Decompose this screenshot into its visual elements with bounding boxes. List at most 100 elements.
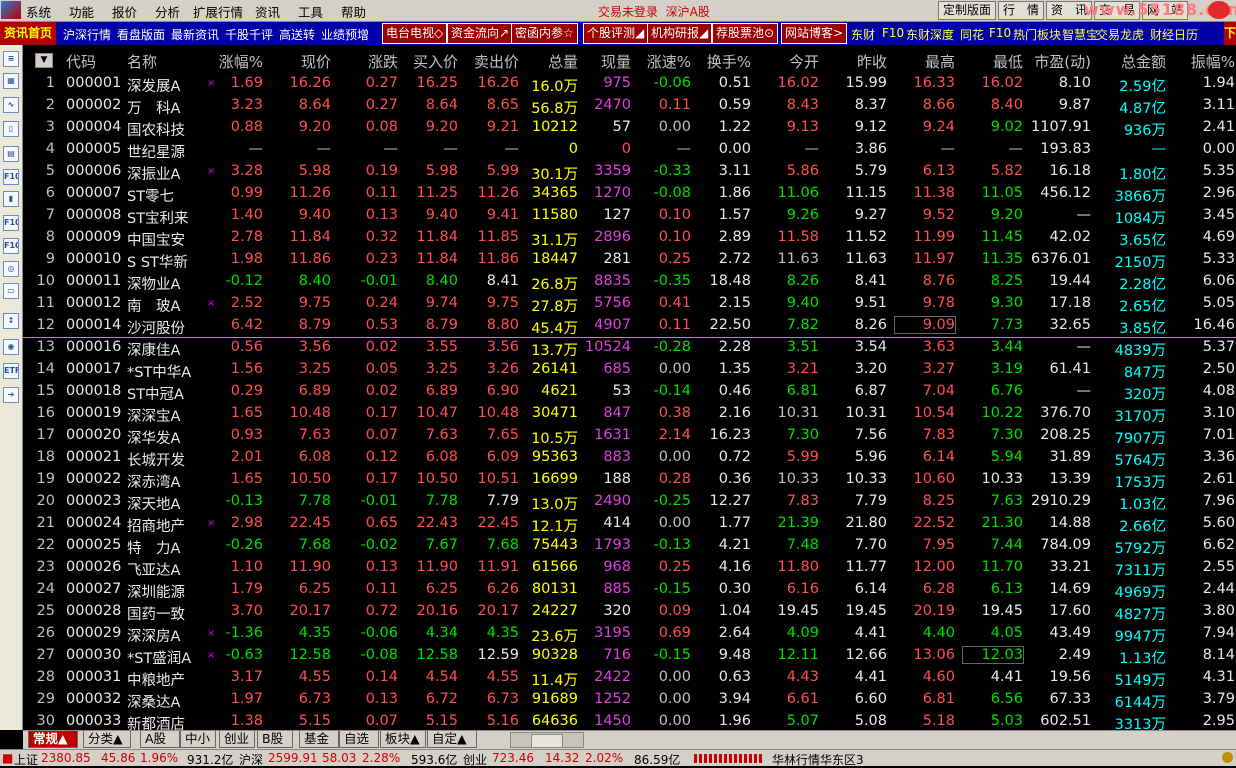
f10-icon[interactable]: F10 (3, 169, 19, 185)
table-row[interactable]: 21 000024 招商地产 2.98 22.45 0.65 22.43 22.45 12.1万… (23, 513, 1236, 535)
table-row[interactable]: 12 000014 沙河股份 6.42 8.79 0.53 8.79 8.80 45.4万 490… (23, 315, 1236, 338)
column-header[interactable]: 涨速% (641, 51, 691, 72)
column-header[interactable]: 涨跌 (341, 51, 398, 72)
table-row[interactable]: 11 000012 南 玻A 2.52 9.75 0.24 9.74 9.75 27.8万 575… (23, 293, 1236, 315)
toolbar-item-5[interactable]: 高送转 (279, 26, 315, 43)
toolbar-item-0[interactable]: 资讯首页 (0, 22, 57, 45)
etf-icon[interactable]: ETF (3, 363, 19, 379)
table-icon[interactable]: ▤ (3, 146, 19, 162)
menu-analysis[interactable]: 分析 (155, 2, 180, 21)
tab-2[interactable]: A股 (140, 731, 180, 748)
table-row[interactable]: 4 000005 世纪星源 — — — — — 0 0 — 0.00 — 3.86 — — 193.83 — 0.0… (23, 139, 1236, 161)
target-icon[interactable]: ◉ (3, 339, 19, 355)
column-header[interactable]: 名称 (127, 51, 157, 72)
table-row[interactable]: 3 000004 国农科技 0.88 9.20 0.08 9.20 9.21 10212 57 0.… (23, 117, 1236, 139)
table-row[interactable]: 7 000008 ST宝利来 1.40 9.40 0.13 9.40 9.41 11580 127… (23, 205, 1236, 227)
grid-icon[interactable]: ▦ (3, 73, 19, 89)
tab-6[interactable]: 基金 (299, 731, 339, 748)
toolbar-item-6[interactable]: 业绩预增 (321, 26, 369, 43)
candle-icon[interactable]: ▯ (3, 121, 19, 137)
toolbar-more-button[interactable]: 下 (1224, 22, 1236, 45)
column-header[interactable]: 最低 (963, 51, 1023, 72)
toolbar-item-12[interactable]: 荐股票池⊙ (712, 23, 779, 44)
table-row[interactable]: 27 000030 *ST盛润A -0.63 12.58 -0.08 12.58 12.59 9… (23, 645, 1236, 667)
table-row[interactable]: 15 000018 ST中冠A 0.29 6.89 0.02 6.89 6.90 4621 53 -… (23, 381, 1236, 403)
toolbar-item-18[interactable]: F10 (989, 26, 1011, 40)
toolbar-item-19[interactable]: 热门板块 (1013, 26, 1061, 43)
table-row[interactable]: 8 000009 中国宝安 2.78 11.84 0.32 11.84 11.85 31.1万 2… (23, 227, 1236, 249)
toolbar-item-9[interactable]: 密函内参☆ (511, 23, 578, 44)
column-header[interactable]: 卖出价 (463, 51, 519, 72)
toolbar-item-4[interactable]: 千股千评 (225, 26, 273, 43)
column-header[interactable]: 今开 (758, 51, 819, 72)
menu-system[interactable]: 系统 (26, 2, 51, 21)
toolbar-item-7[interactable]: 电台电视◇ (382, 23, 448, 44)
search-icon[interactable]: ◎ (3, 261, 19, 277)
quote-button[interactable]: 行 情 (998, 1, 1044, 20)
column-header[interactable]: 最高 (895, 51, 955, 72)
table-row[interactable]: 16 000019 深深宝A 1.65 10.48 0.17 10.47 10.48 30471… (23, 403, 1236, 425)
table-row[interactable]: 29 000032 深桑达A 1.97 6.73 0.13 6.72 6.73 91689 125… (23, 689, 1236, 711)
toolbar-item-10[interactable]: 个股评测◢ (583, 23, 649, 44)
toolbar-item-11[interactable]: 机构研报◢ (647, 23, 713, 44)
table-row[interactable]: 14 000017 *ST中华A 1.56 3.25 0.05 3.25 3.26 26141 6… (23, 359, 1236, 381)
column-header[interactable]: 振幅% (1173, 51, 1235, 72)
toolbar-item-17[interactable]: 同花 (960, 26, 984, 43)
table-row[interactable]: 9 000010 S ST华新 1.98 11.86 0.23 11.84 11.86 1844… (23, 249, 1236, 271)
tab-8[interactable]: 板块▲ (380, 731, 426, 748)
tab-3[interactable]: 中小 (180, 731, 216, 748)
table-row[interactable]: 2 000002 万 科A 3.23 8.64 0.27 8.64 8.65 56.8万 2470… (23, 95, 1236, 117)
table-row[interactable]: 26 000029 深深房A -1.36 4.35 -0.06 4.34 4.35 23.6万 3… (23, 623, 1236, 645)
folder-icon[interactable]: ▭ (3, 283, 19, 299)
table-row[interactable]: 10 000011 深物业A -0.12 8.40 -0.01 8.40 8.41 26.8万 8… (23, 271, 1236, 293)
menu-help[interactable]: 帮助 (341, 2, 366, 21)
tab-4[interactable]: 创业 (219, 731, 255, 748)
table-row[interactable]: 18 000021 长城开发 2.01 6.08 0.12 6.08 6.09 95363 883… (23, 447, 1236, 469)
column-header[interactable]: 涨幅% (203, 51, 263, 72)
arrow-right-icon[interactable]: ➔ (3, 387, 19, 403)
table-row[interactable]: 30 000033 新都酒店 1.38 5.15 0.07 5.15 5.16 64636 145… (23, 711, 1236, 730)
table-row[interactable]: 5 000006 深振业A 3.28 5.98 0.19 5.98 5.99 30.1万 3359… (23, 161, 1236, 183)
list-icon[interactable]: ≡ (3, 51, 19, 67)
custom-layout-button[interactable]: 定制版面 (938, 1, 996, 20)
column-header[interactable]: 现量 (583, 51, 631, 72)
doc-icon[interactable]: ▮ (3, 191, 19, 207)
menu-quote[interactable]: 报价 (112, 2, 137, 21)
tab-5[interactable]: B股 (257, 731, 293, 748)
column-header[interactable]: 买入价 (401, 51, 458, 72)
column-header[interactable]: 代码 (66, 51, 96, 72)
scroll-thumb[interactable] (531, 734, 563, 748)
tab-scrollbar[interactable] (510, 732, 584, 748)
table-row[interactable]: 24 000027 深圳能源 1.79 6.25 0.11 6.25 6.26 80131 885… (23, 579, 1236, 601)
f10b-icon[interactable]: F10 (3, 215, 19, 231)
menu-tools[interactable]: 工具 (298, 2, 323, 21)
toolbar-item-14[interactable]: 东财 (851, 26, 875, 43)
column-header[interactable]: 总金额 (1093, 51, 1166, 72)
table-row[interactable]: 22 000025 特 力A -0.26 7.68 -0.02 7.67 7.68 75443 1… (23, 535, 1236, 557)
menu-function[interactable]: 功能 (69, 2, 94, 21)
f10c-icon[interactable]: F10 (3, 238, 19, 254)
column-header[interactable]: 换手% (698, 51, 751, 72)
tab-9[interactable]: 自定▲ (427, 731, 477, 748)
table-row[interactable]: 6 000007 ST零七 0.99 11.26 0.11 11.25 11.26 34365 1… (23, 183, 1236, 205)
table-row[interactable]: 19 000022 深赤湾A 1.65 10.50 0.17 10.50 10.51 16699… (23, 469, 1236, 491)
table-row[interactable]: 23 000026 飞亚达A 1.10 11.90 0.13 11.90 11.91 61566… (23, 557, 1236, 579)
toolbar-item-1[interactable]: 沪深行情 (63, 26, 111, 43)
table-row[interactable]: 13 000016 深康佳A 0.56 3.56 0.02 3.55 3.56 13.7万 105… (23, 337, 1236, 359)
table-row[interactable]: 20 000023 深天地A -0.13 7.78 -0.01 7.78 7.79 13.0万 2… (23, 491, 1236, 513)
toolbar-item-2[interactable]: 看盘版面 (117, 26, 165, 43)
tab-7[interactable]: 自选 (339, 731, 379, 748)
table-row[interactable]: 28 000031 中粮地产 3.17 4.55 0.14 4.54 4.55 11.4万 242… (23, 667, 1236, 689)
toolbar-item-22[interactable]: 财经日历 (1150, 26, 1198, 43)
toolbar-item-15[interactable]: F10 (882, 26, 904, 40)
tab-0[interactable]: 常规▲ (28, 731, 78, 748)
column-header[interactable]: 总量 (523, 51, 578, 72)
toolbar-item-13[interactable]: 网站博客> (781, 23, 848, 44)
column-header[interactable]: 现价 (273, 51, 331, 72)
toolbar-item-20[interactable]: 智慧宝 (1062, 26, 1098, 43)
table-row[interactable]: 25 000028 国药一致 3.70 20.17 0.72 20.16 20.17 24227… (23, 601, 1236, 623)
trend-icon[interactable]: ∿ (3, 97, 19, 113)
tab-1[interactable]: 分类▲ (83, 731, 131, 748)
sort-dropdown-icon[interactable]: ▼ (35, 53, 53, 68)
column-header[interactable]: 昨收 (828, 51, 887, 72)
